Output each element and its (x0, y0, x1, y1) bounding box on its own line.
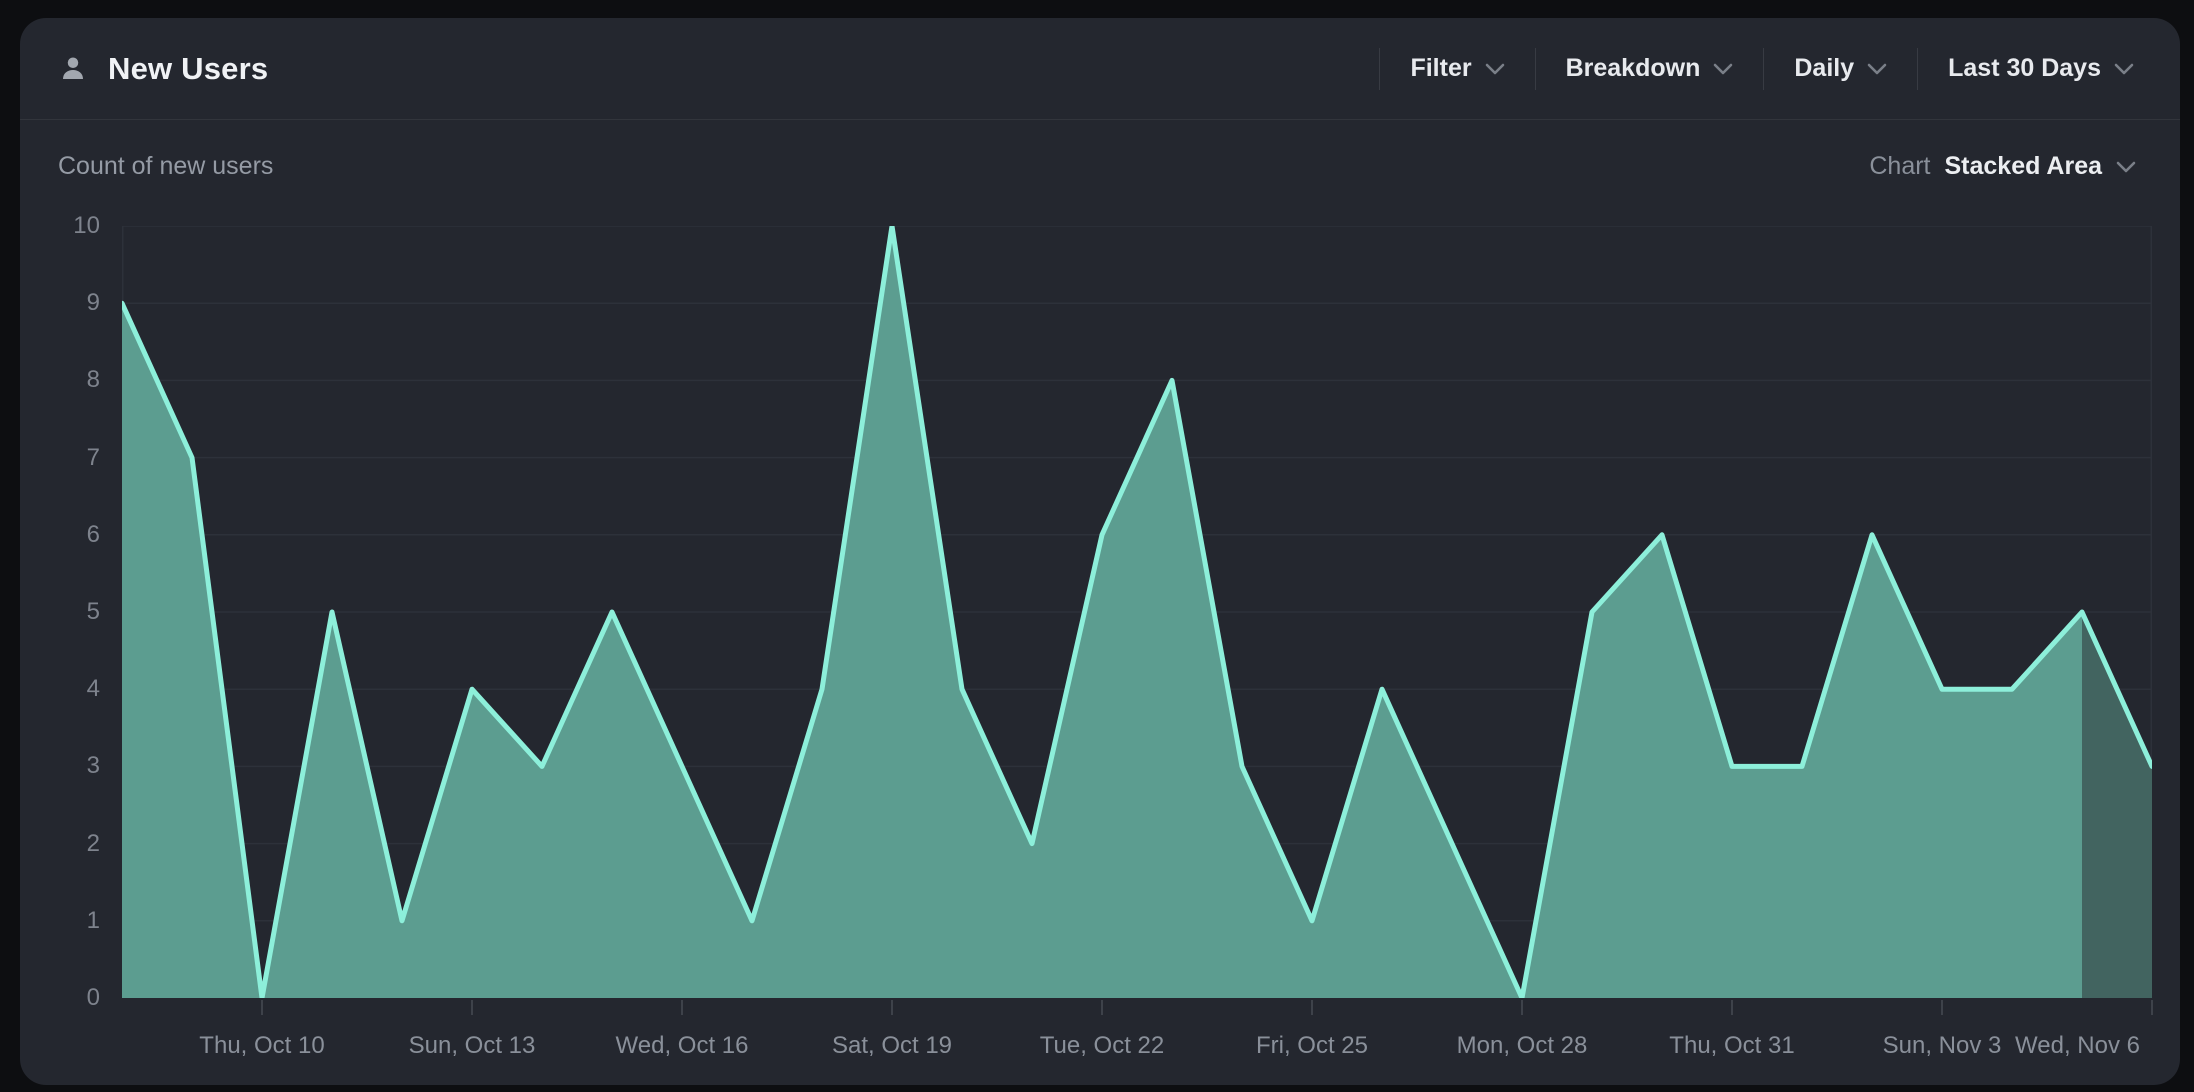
x-axis-tick (1311, 1000, 1313, 1015)
x-axis-label: Wed, Oct 16 (616, 1032, 749, 1060)
x-axis-label: Sun, Oct 13 (409, 1032, 536, 1060)
x-axis-tick (1101, 1000, 1103, 1015)
x-axis-label: Fri, Oct 25 (1256, 1032, 1368, 1060)
y-axis-label: 7 (20, 444, 100, 472)
y-axis-label: 10 (20, 212, 100, 240)
x-axis-label: Sun, Nov 3 (1883, 1032, 2002, 1060)
y-axis-label: 3 (20, 752, 100, 780)
x-axis-label: Mon, Oct 28 (1457, 1032, 1588, 1060)
y-axis-label: 0 (20, 984, 100, 1012)
x-axis-tick (1731, 1000, 1733, 1015)
y-axis-label: 6 (20, 521, 100, 549)
x-axis-tick (891, 1000, 893, 1015)
x-axis-tick (1521, 1000, 1523, 1015)
x-axis-label: Tue, Oct 22 (1040, 1032, 1165, 1060)
x-axis-tick (681, 1000, 683, 1015)
x-axis-label: Sat, Oct 19 (832, 1032, 952, 1060)
y-axis-label: 1 (20, 907, 100, 935)
x-axis-tick (471, 1000, 473, 1015)
x-axis-tick (1941, 1000, 1943, 1015)
current-period-fill (2082, 612, 2152, 998)
chart-plot[interactable] (122, 226, 2152, 998)
y-axis-label: 2 (20, 830, 100, 858)
y-axis-label: 4 (20, 675, 100, 703)
y-axis-label: 9 (20, 289, 100, 317)
x-axis-label: Thu, Oct 31 (1669, 1032, 1794, 1060)
x-axis-label: Thu, Oct 10 (199, 1032, 324, 1060)
y-axis-label: 8 (20, 366, 100, 394)
y-axis-label: 5 (20, 598, 100, 626)
new-users-card: New Users FilterBreakdownDailyLast 30 Da… (20, 18, 2180, 1085)
x-axis-tick (2151, 1000, 2153, 1015)
x-axis-tick (261, 1000, 263, 1015)
stacked-area-chart[interactable]: 0 1 2 3 4 5 6 7 8 9 10 Thu, Oct 10 Sun, Oct 13 Wed, O… (20, 18, 2180, 1085)
x-axis-label: Wed, Nov 6 (2015, 1032, 2140, 1060)
